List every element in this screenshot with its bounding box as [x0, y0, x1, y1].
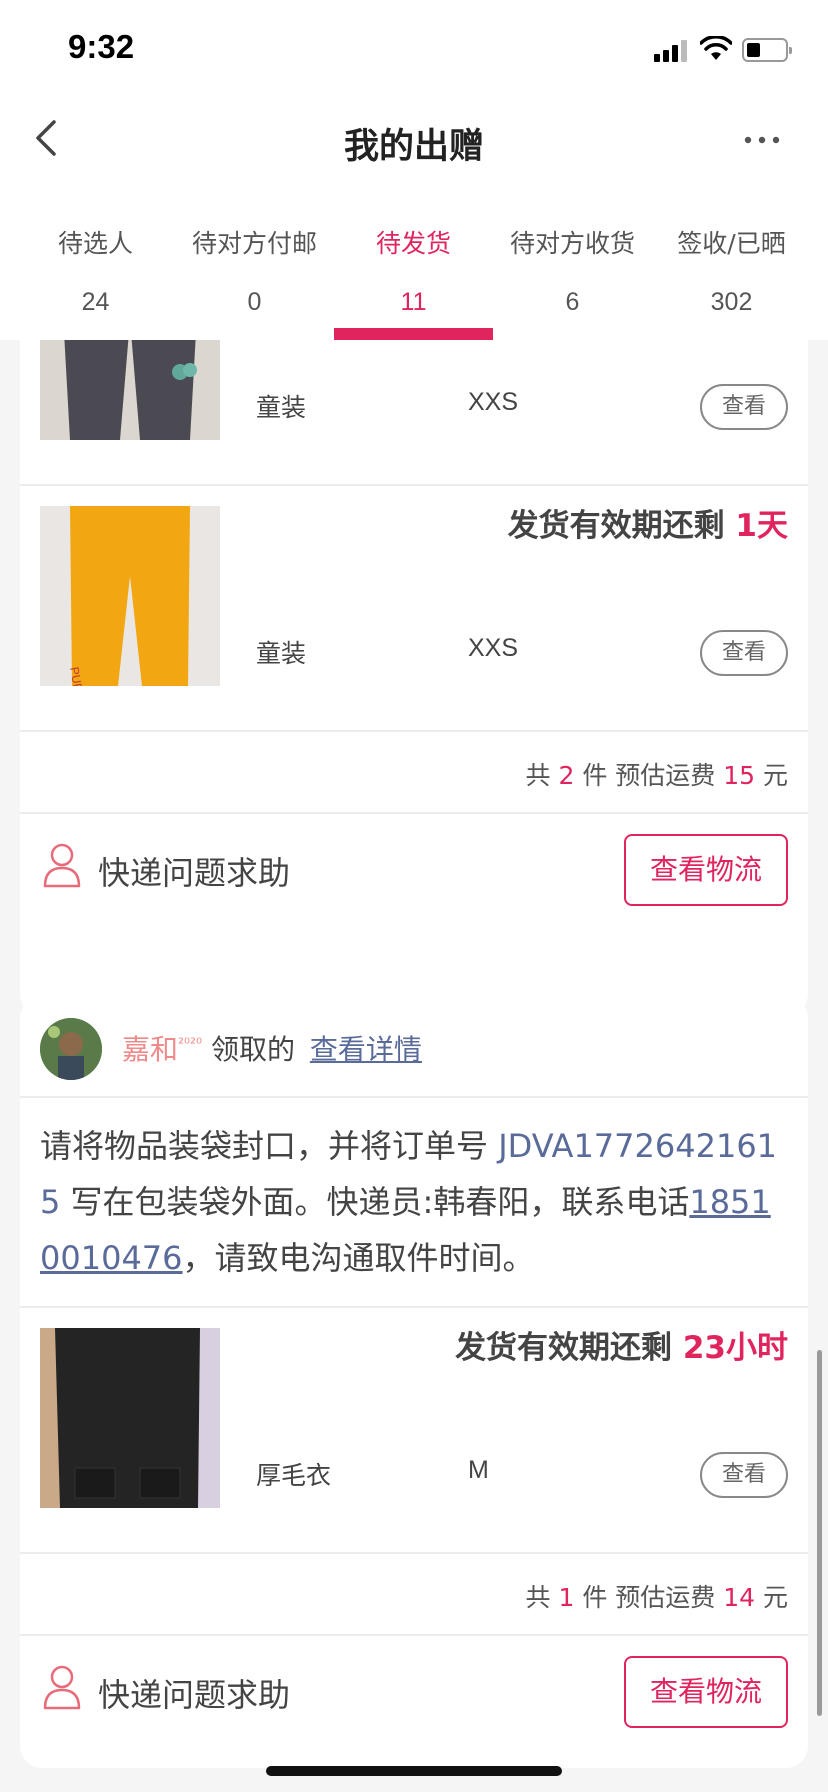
summary-mid: 件 预估运费 [574, 1583, 724, 1612]
ship-deadline: 发货有效期还剩 1天 [508, 500, 788, 545]
view-item-button[interactable]: 查看 [700, 384, 788, 430]
signal-icon [654, 40, 690, 62]
view-item-button[interactable]: 查看 [700, 630, 788, 676]
battery-icon [742, 38, 792, 62]
nav-bar: 我的出赠 [0, 96, 828, 186]
view-item-button[interactable]: 查看 [700, 1452, 788, 1498]
receiver-row: 嘉和²⁰²⁰ 领取的 查看详情 [20, 996, 808, 1098]
tab-pending-selection[interactable]: 待选人 24 [16, 186, 175, 340]
ship-deadline: 发货有效期还剩 23小时 [455, 1322, 788, 1367]
page-title: 我的出赠 [343, 127, 484, 167]
summary-prefix: 共 [525, 761, 559, 790]
courier-help-link[interactable]: 快递问题求助 [98, 1670, 290, 1716]
tab-pending-receipt[interactable]: 待对方收货 6 [493, 186, 652, 340]
tab-label: 待选人 [57, 229, 133, 258]
user-icon [43, 843, 81, 888]
item-size: XXS [468, 388, 519, 416]
item-size: XXS [468, 634, 519, 662]
tab-count: 0 [247, 288, 262, 316]
item-count: 2 [558, 761, 575, 790]
instruction-part3: ，请致电沟通取件时间。 [182, 1239, 535, 1277]
tab-count: 11 [400, 288, 427, 316]
order-list[interactable]: 童装 XXS 查看 PUPPY 发货有效期还剩 1天 童装 XXS 查看 共 2… [0, 340, 828, 1792]
item-size: M [468, 1456, 489, 1484]
shipping-fee: 14 [723, 1583, 756, 1612]
received-label: 领取的 [202, 1033, 304, 1066]
order-item[interactable]: 童装 XXS 查看 [20, 340, 808, 486]
summary-suffix: 元 [755, 1583, 788, 1612]
avatar[interactable] [40, 1018, 102, 1080]
view-logistics-button[interactable]: 查看物流 [624, 1656, 788, 1728]
active-tab-indicator [334, 328, 493, 340]
summary-text: 共 1 件 预估运费 14 元 [526, 1578, 788, 1614]
deadline-value: 23小时 [682, 1330, 788, 1366]
tab-label: 待对方收货 [509, 229, 635, 258]
view-logistics-button[interactable]: 查看物流 [624, 834, 788, 906]
wifi-icon [700, 36, 732, 60]
receiver-name-text: 嘉和 [122, 1033, 179, 1066]
order-item[interactable]: 发货有效期还剩 23小时 厚毛衣 M 查看 [20, 1308, 808, 1554]
help-bar: 快递问题求助 查看物流 [20, 1636, 808, 1746]
home-indicator[interactable] [266, 1766, 562, 1776]
tab-label: 签收/已晒 [677, 229, 786, 258]
order-item[interactable]: PUPPY 发货有效期还剩 1天 童装 XXS 查看 [20, 486, 808, 732]
status-time: 9:32 [68, 28, 135, 65]
deadline-value: 1天 [735, 508, 788, 544]
summary-mid: 件 预估运费 [574, 761, 724, 790]
receiver-info: 嘉和²⁰²⁰ 领取的 查看详情 [122, 1028, 422, 1068]
tab-count: 6 [565, 288, 580, 316]
status-tabs: 待选人 24 待对方付邮 0 待发货 11 待对方收货 6 签收/已晒 302 [0, 186, 828, 340]
view-details-link[interactable]: 查看详情 [310, 1033, 422, 1066]
tab-label: 待发货 [375, 229, 451, 258]
tab-pending-postage[interactable]: 待对方付邮 0 [175, 186, 334, 340]
item-photo-yellow-pants: PUPPY [40, 506, 220, 686]
summary-suffix: 元 [755, 761, 788, 790]
tab-label: 待对方付邮 [191, 229, 317, 258]
more-icon[interactable] [740, 118, 784, 162]
order-summary: 共 1 件 预估运费 14 元 [20, 1554, 808, 1636]
item-category: 童装 [256, 639, 307, 668]
order-card: 嘉和²⁰²⁰ 领取的 查看详情 请将物品装袋封口，并将订单号 JDVA17726… [20, 996, 808, 1768]
item-photo-gray-pants [40, 340, 220, 440]
summary-text: 共 2 件 预估运费 15 元 [526, 756, 788, 792]
deadline-prefix: 发货有效期还剩 [455, 1330, 683, 1366]
status-bar: 9:32 [0, 0, 828, 96]
tab-received-shared[interactable]: 签收/已晒 302 [652, 186, 811, 340]
scrollbar[interactable] [817, 1350, 822, 1716]
receiver-name-sup: ²⁰²⁰ [178, 1034, 203, 1053]
help-bar: 快递问题求助 查看物流 [20, 814, 808, 924]
item-photo-black-coat [40, 1328, 220, 1508]
item-count: 1 [558, 1583, 575, 1612]
order-card: 童装 XXS 查看 PUPPY 发货有效期还剩 1天 童装 XXS 查看 共 2… [20, 340, 808, 1016]
item-category: 童装 [256, 393, 307, 422]
tab-count: 302 [710, 288, 753, 316]
summary-prefix: 共 [525, 1583, 559, 1612]
shipping-fee: 15 [723, 761, 756, 790]
deadline-prefix: 发货有效期还剩 [507, 508, 736, 544]
instruction-part2: 写在包装袋外面。快递员:韩春阳，联系电话 [60, 1183, 690, 1221]
tab-count: 24 [81, 288, 110, 316]
shipping-instruction: 请将物品装袋封口，并将订单号 JDVA17726421615 写在包装袋外面。快… [20, 1098, 808, 1308]
instruction-part1: 请将物品装袋封口，并将订单号 [40, 1127, 499, 1165]
receiver-name[interactable]: 嘉和²⁰²⁰ [122, 1033, 202, 1066]
tab-pending-shipment[interactable]: 待发货 11 [334, 186, 493, 340]
user-icon [43, 1665, 81, 1710]
order-summary: 共 2 件 预估运费 15 元 [20, 732, 808, 814]
item-category: 厚毛衣 [256, 1461, 332, 1490]
courier-help-link[interactable]: 快递问题求助 [98, 848, 290, 894]
